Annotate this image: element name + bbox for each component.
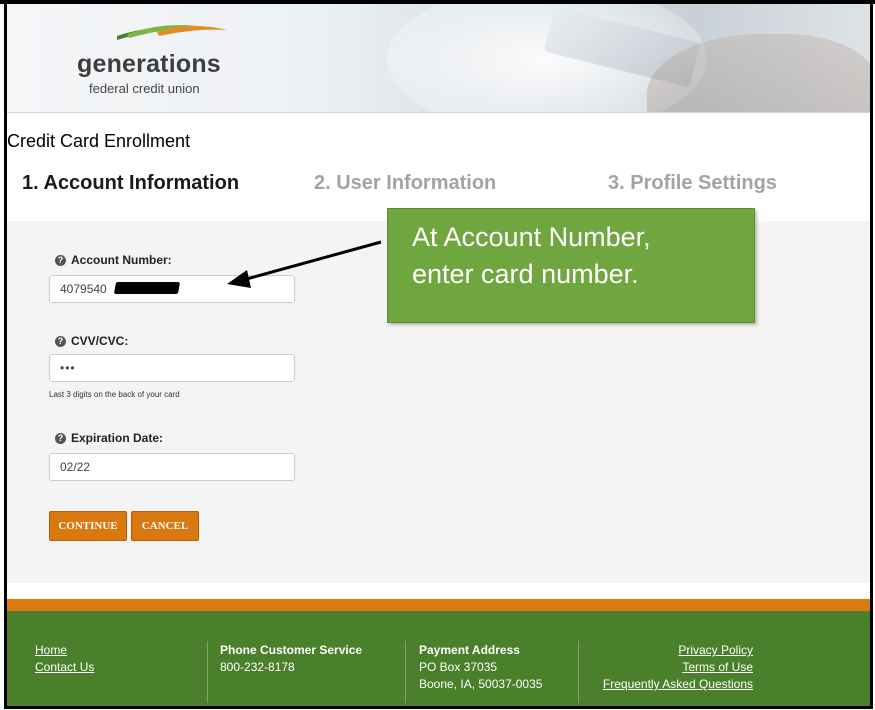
phone-number: 800-232-8178 — [220, 660, 295, 674]
footer-divider — [578, 641, 579, 703]
footer-payment: Payment Address PO Box 37035 Boone, IA, … — [419, 642, 542, 693]
footer-link-privacy-policy[interactable]: Privacy Policy — [593, 642, 753, 659]
footer-nav-left: Home Contact Us — [35, 642, 94, 676]
payment-line-2: Boone, IA, 50037-0035 — [419, 677, 543, 691]
page-frame: generations federal credit union Credit … — [4, 4, 873, 709]
payment-title: Payment Address — [419, 643, 520, 657]
footer-phone: Phone Customer Service 800-232-8178 — [220, 642, 362, 676]
phone-title: Phone Customer Service — [220, 643, 363, 657]
footer-link-home[interactable]: Home — [35, 642, 94, 659]
footer-nav-right: Privacy Policy Terms of Use Frequently A… — [593, 642, 753, 693]
footer-link-faq[interactable]: Frequently Asked Questions — [593, 676, 753, 693]
footer-accent-bar — [7, 599, 870, 611]
arrow-line — [242, 240, 382, 282]
site-footer: Home Contact Us Phone Customer Service 8… — [7, 611, 870, 706]
payment-line-1: PO Box 37035 — [419, 660, 498, 674]
footer-divider — [405, 641, 406, 703]
footer-link-terms-of-use[interactable]: Terms of Use — [593, 659, 753, 676]
footer-link-contact-us[interactable]: Contact Us — [35, 659, 94, 676]
arrow-head-icon — [227, 270, 251, 288]
footer-divider — [207, 641, 208, 703]
